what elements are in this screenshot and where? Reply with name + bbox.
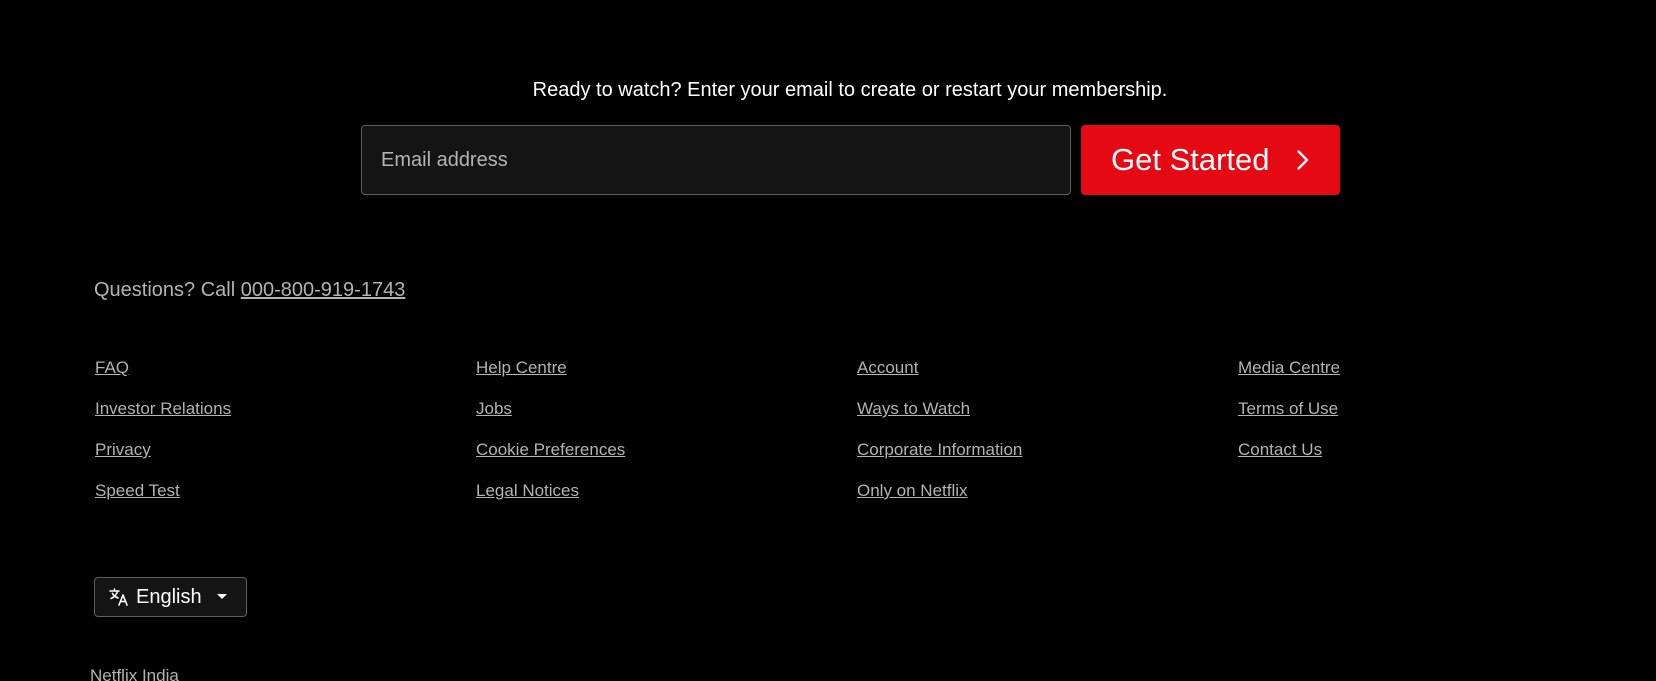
- footer-links: FAQ Help Centre Account Media Centre Inv…: [95, 356, 1625, 503]
- footer-link-terms-of-use[interactable]: Terms of Use: [1238, 397, 1338, 421]
- contact-phone-line: Questions? Call 000-800-919-1743: [94, 278, 405, 302]
- netflix-region-label: Netflix India: [90, 666, 179, 681]
- footer-link-speed-test[interactable]: Speed Test: [95, 479, 180, 503]
- netflix-footer-page: Ready to watch? Enter your email to crea…: [0, 0, 1656, 681]
- languages-icon: [109, 588, 128, 606]
- get-started-label: Get Started: [1111, 142, 1270, 177]
- footer-link-help-centre[interactable]: Help Centre: [476, 356, 567, 380]
- footer-link-corporate-information[interactable]: Corporate Information: [857, 438, 1022, 462]
- footer-link-cookie-preferences[interactable]: Cookie Preferences: [476, 438, 625, 462]
- chevron-right-icon: [1296, 150, 1308, 170]
- questions-label: Questions? Call: [94, 279, 241, 301]
- footer-link-contact-us[interactable]: Contact Us: [1238, 438, 1322, 462]
- footer-link-only-on-netflix[interactable]: Only on Netflix: [857, 479, 968, 503]
- footer-link-ways-to-watch[interactable]: Ways to Watch: [857, 397, 970, 421]
- footer-link-privacy[interactable]: Privacy: [95, 438, 151, 462]
- get-started-button[interactable]: Get Started: [1081, 125, 1340, 195]
- footer-link-legal-notices[interactable]: Legal Notices: [476, 479, 579, 503]
- language-label: English: [136, 585, 202, 608]
- footer-link-investor-relations[interactable]: Investor Relations: [95, 397, 231, 421]
- footer-link-jobs[interactable]: Jobs: [476, 397, 512, 421]
- language-selector[interactable]: English: [94, 577, 247, 617]
- caret-down-icon: [216, 594, 227, 599]
- email-field[interactable]: [362, 126, 1070, 194]
- email-field-container: [361, 125, 1071, 195]
- phone-link[interactable]: 000-800-919-1743: [241, 279, 406, 301]
- membership-cta-text: Ready to watch? Enter your email to crea…: [532, 79, 1168, 101]
- footer-link-account[interactable]: Account: [857, 356, 918, 380]
- footer-link-faq[interactable]: FAQ: [95, 356, 129, 380]
- footer-link-media-centre[interactable]: Media Centre: [1238, 356, 1340, 380]
